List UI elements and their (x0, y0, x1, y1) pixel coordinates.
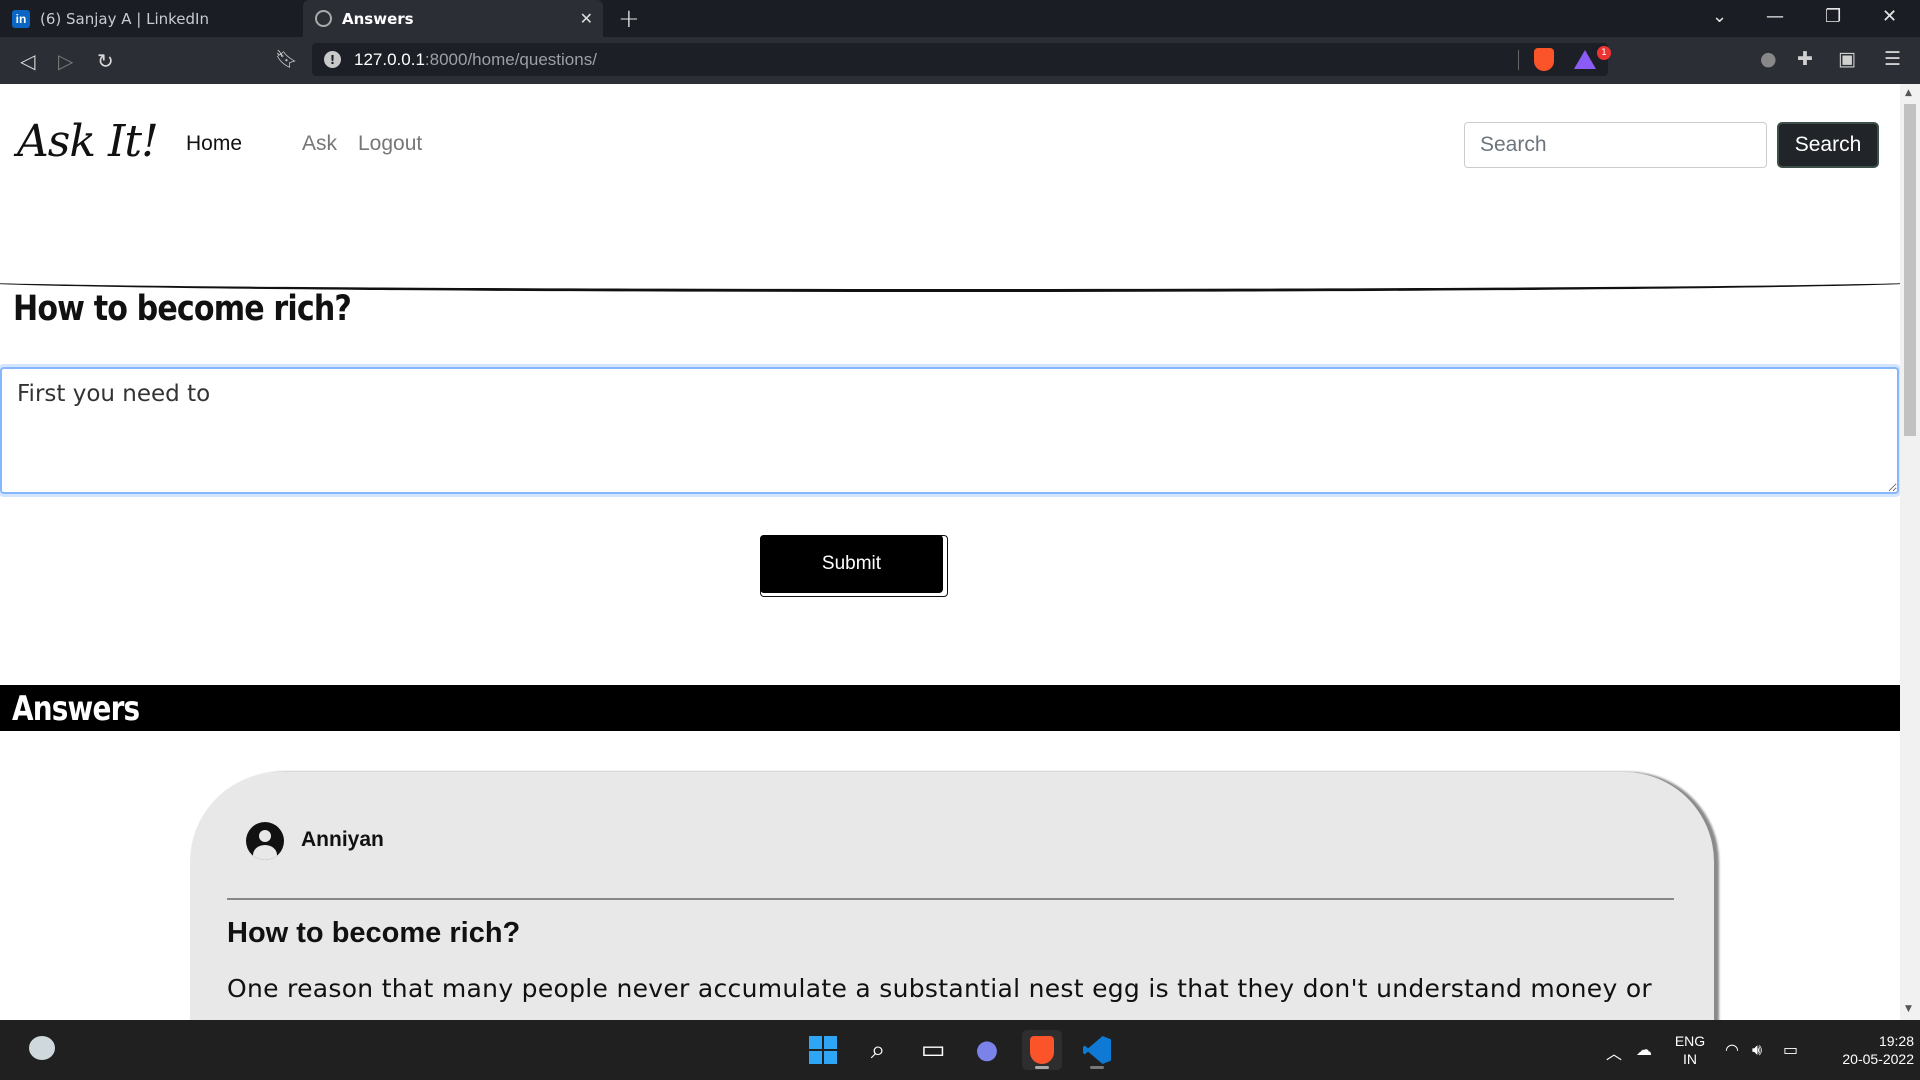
battery-icon[interactable]: ▭ (1783, 1040, 1798, 1059)
extension-icon[interactable]: ● (1760, 48, 1777, 70)
answer-text: One reason that many people never accumu… (227, 974, 1658, 1020)
scroll-down-icon[interactable]: ▼ (1905, 1004, 1912, 1014)
tab-search-chevron-icon[interactable]: ⌄ (1712, 6, 1727, 27)
tab-label: (6) Sanjay A | LinkedIn (40, 9, 209, 28)
tab-answers[interactable]: Answers ✕ (303, 0, 603, 37)
browser-toolbar: ◁ ▷ ↻ 🔖︎ ! 127.0.0.1:8000/home/questions… (0, 37, 1920, 84)
web-page: Ask It! Home Ask Logout Search How to be… (0, 84, 1900, 1020)
question-title: How to become rich? (13, 289, 352, 329)
taskbar-vscode[interactable] (1077, 1030, 1117, 1070)
search-button[interactable]: Search (1777, 122, 1879, 168)
reload-button[interactable]: ↻ (97, 49, 114, 73)
windows-logo-icon (809, 1036, 837, 1064)
task-view-icon[interactable]: ▭ (913, 1030, 953, 1070)
extensions-puzzle-icon[interactable]: ✚ (1797, 48, 1813, 70)
url-separator (1518, 50, 1519, 70)
scroll-up-icon[interactable]: ▲ (1905, 88, 1912, 98)
brave-icon (1030, 1036, 1054, 1064)
globe-icon (315, 10, 332, 27)
browser-tab-bar: in (6) Sanjay A | LinkedIn Answers ✕ + ⌄… (0, 0, 1920, 37)
brave-rewards-icon[interactable] (1574, 50, 1596, 69)
page-scrollbar[interactable]: ▲ ▼ (1900, 84, 1920, 1020)
restore-button[interactable]: ❐ (1825, 6, 1841, 27)
nav-home-link[interactable]: Home (186, 132, 242, 156)
menu-icon[interactable]: ☰ (1884, 48, 1901, 70)
url-text[interactable]: 127.0.0.1:8000/home/questions/ (354, 50, 597, 70)
onedrive-cloud-icon[interactable]: ☁ (1636, 1040, 1652, 1059)
brand-logo[interactable]: Ask It! (17, 116, 159, 167)
language-indicator[interactable]: ENG IN (1672, 1032, 1708, 1068)
navbar-divider-curve (0, 164, 1900, 292)
taskbar-brave-browser[interactable] (1022, 1030, 1062, 1070)
nav-logout-link[interactable]: Logout (358, 132, 422, 156)
vscode-icon (1083, 1036, 1111, 1064)
answer-question-title: How to become rich? (227, 917, 521, 949)
start-button[interactable] (803, 1030, 843, 1070)
answers-header-bar: Answers (0, 685, 1900, 731)
answer-textarea[interactable]: First you need to (0, 367, 1899, 494)
wifi-icon[interactable]: ◠ (1725, 1040, 1739, 1059)
windows-taskbar: ⌕ ▭ ● ︿ ☁ ENG IN ◠ 🔊︎ ▭ 19:28 20-05-2022 (0, 1020, 1920, 1080)
volume-icon[interactable]: 🔊︎ (1752, 1040, 1762, 1060)
show-hidden-icons-chevron-icon[interactable]: ︿ (1606, 1040, 1622, 1064)
answer-username: Anniyan (301, 828, 384, 851)
info-icon[interactable]: ! (324, 51, 341, 68)
wallet-icon[interactable]: ▣ (1838, 48, 1856, 70)
close-tab-icon[interactable]: ✕ (580, 9, 593, 28)
brave-shields-icon[interactable] (1534, 48, 1554, 71)
clock[interactable]: 19:28 20-05-2022 (1818, 1032, 1914, 1068)
submit-button[interactable]: Submit (760, 535, 943, 593)
nav-ask-link[interactable]: Ask (302, 132, 337, 156)
back-button[interactable]: ◁ (20, 49, 35, 73)
answers-heading: Answers (12, 689, 140, 729)
scroll-thumb[interactable] (1904, 104, 1916, 436)
forward-button[interactable]: ▷ (58, 49, 73, 73)
close-window-button[interactable]: ✕ (1882, 6, 1897, 27)
taskbar-search-icon[interactable]: ⌕ (858, 1030, 898, 1070)
new-tab-button[interactable]: + (618, 4, 640, 34)
weather-widget-icon[interactable] (29, 1036, 55, 1060)
card-divider (227, 898, 1674, 900)
tab-label: Answers (342, 9, 414, 28)
address-bar[interactable]: ! 127.0.0.1:8000/home/questions/ 1 (312, 43, 1611, 76)
minimize-button[interactable]: — (1766, 6, 1784, 27)
linkedin-icon: in (12, 9, 30, 28)
rewards-badge: 1 (1597, 46, 1611, 60)
user-avatar-icon (246, 822, 284, 860)
tab-linkedin[interactable]: in (6) Sanjay A | LinkedIn (0, 0, 303, 37)
teams-chat-icon[interactable]: ● (967, 1030, 1007, 1070)
bookmark-icon[interactable]: 🔖︎ (275, 49, 298, 70)
search-input[interactable] (1464, 122, 1767, 168)
answer-card: Anniyan How to become rich? One reason t… (190, 772, 1714, 1020)
